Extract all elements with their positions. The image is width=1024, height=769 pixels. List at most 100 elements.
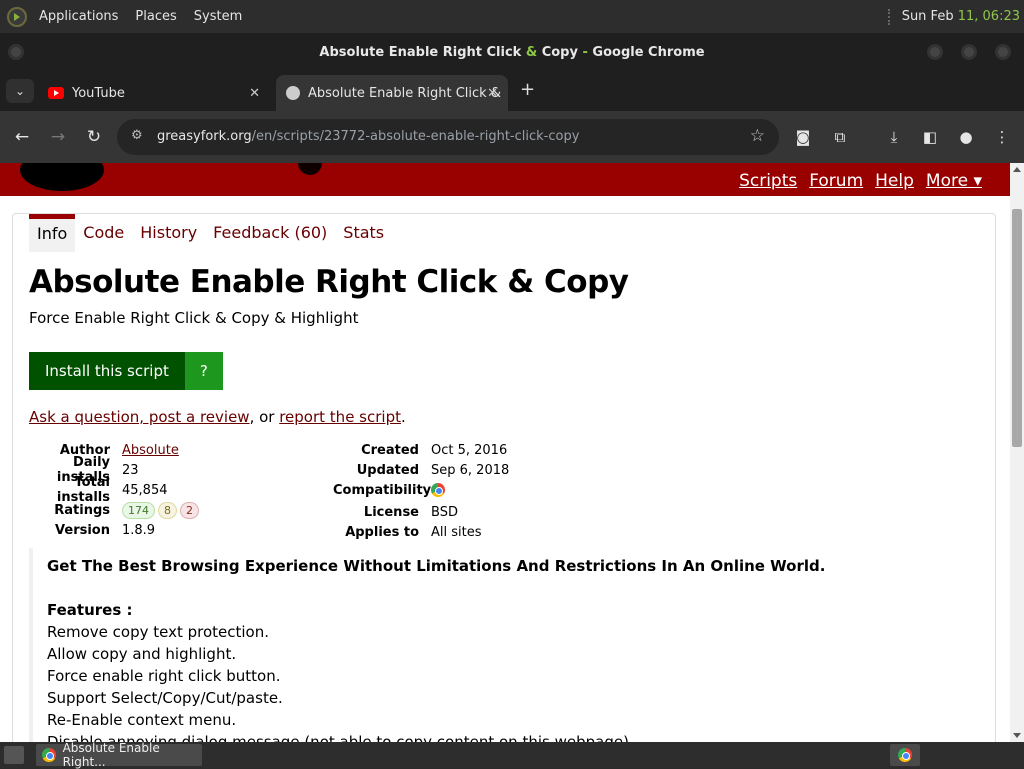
- meta-label: Applies to: [345, 524, 419, 540]
- greasyfork-logo[interactable]: [20, 163, 104, 191]
- additional-info: Get The Best Browsing Experience Without…: [29, 548, 989, 742]
- nav-scripts[interactable]: Scripts: [739, 171, 797, 191]
- script-meta-right: Created Oct 5, 2016 Updated Sep 6, 2018 Co…: [333, 440, 509, 542]
- install-help-button[interactable]: ?: [184, 352, 223, 390]
- meta-ratings-row: Ratings 174 8 2: [29, 500, 202, 520]
- menu-system[interactable]: System: [189, 9, 247, 24]
- download-icon[interactable]: ⤓: [883, 126, 905, 148]
- meta-label: Updated: [356, 462, 419, 478]
- additional-lead: Get The Best Browsing Experience Without…: [47, 557, 826, 575]
- tray-chrome[interactable]: [890, 744, 920, 766]
- greasyfork-favicon-icon: [286, 86, 300, 100]
- meta-applies-row: Applies to All sites: [333, 522, 509, 542]
- show-desktop-icon[interactable]: [4, 746, 24, 764]
- applies-value: All sites: [431, 524, 482, 540]
- title-app: Google Chrome: [592, 44, 705, 60]
- meta-label: Created: [361, 442, 419, 458]
- rating-bad-badge[interactable]: 2: [180, 501, 199, 519]
- new-tab-plus-icon[interactable]: +: [520, 79, 535, 100]
- window-menu-icon[interactable]: [8, 44, 24, 60]
- site-header: Scripts Forum Help More ▾: [0, 163, 1010, 196]
- title-dash: -: [577, 44, 593, 60]
- meta-created-row: Created Oct 5, 2016: [333, 440, 509, 460]
- mint-menu-icon[interactable]: [7, 6, 27, 27]
- period-text: .: [400, 408, 406, 426]
- tab-close-icon[interactable]: ✕: [249, 86, 260, 101]
- site-nav: Scripts Forum Help More ▾: [739, 171, 982, 191]
- menu-applications[interactable]: Applications: [34, 9, 123, 24]
- title-part: Absolute Enable Right Click: [319, 44, 526, 60]
- tab-close-icon[interactable]: ✕: [487, 86, 498, 101]
- close-window-icon[interactable]: [995, 44, 1011, 60]
- scrollbar-thumb[interactable]: [1012, 209, 1022, 447]
- author-link[interactable]: Absolute: [122, 443, 179, 458]
- side-panel-icon[interactable]: ◧: [919, 126, 941, 148]
- meta-license-row: License BSD: [333, 502, 509, 522]
- tab-greasyfork[interactable]: Absolute Enable Right Click & ✕: [276, 75, 508, 111]
- nav-more[interactable]: More ▾: [926, 171, 982, 191]
- tab-search-chevron-down-icon[interactable]: ⌄: [6, 79, 34, 103]
- feature-item: Remove copy text protection.: [47, 623, 269, 641]
- task-label: Absolute Enable Right...: [62, 741, 160, 769]
- feature-item: Re-Enable context menu.: [47, 711, 237, 729]
- rating-good-badge[interactable]: 174: [122, 501, 155, 519]
- install-script-button[interactable]: Install this script: [29, 352, 185, 390]
- url-host: greasyfork.org: [157, 129, 252, 144]
- scroll-up-arrow-icon[interactable]: [1013, 167, 1021, 172]
- feature-item: Support Select/Copy/Cut/paste.: [47, 689, 283, 707]
- meta-label: Version: [55, 522, 110, 538]
- script-meta-left: Author Absolute Daily installs 23 Total in…: [29, 440, 202, 540]
- desktop-top-panel: Applications Places System Sun Feb 11, 0…: [0, 0, 1024, 33]
- taskbar-chrome-window[interactable]: Absolute Enable Right...: [36, 741, 202, 769]
- extensions-puzzle-icon[interactable]: ⧉: [829, 126, 851, 148]
- scroll-down-arrow-icon[interactable]: [1013, 733, 1021, 738]
- nav-forum[interactable]: Forum: [809, 171, 863, 191]
- reload-icon[interactable]: ↻: [82, 125, 106, 149]
- kebab-menu-icon[interactable]: ⋮: [991, 126, 1013, 148]
- title-amp: &: [525, 44, 538, 60]
- meta-label: Ratings: [54, 502, 110, 518]
- minimize-icon[interactable]: [927, 44, 943, 60]
- tab-info[interactable]: Info: [29, 214, 76, 252]
- site-info-tune-icon[interactable]: ⚙: [131, 128, 147, 144]
- page-scrollbar[interactable]: [1010, 163, 1024, 742]
- tab-history[interactable]: History: [132, 214, 205, 252]
- rating-ok-badge[interactable]: 8: [158, 501, 177, 519]
- maximize-icon[interactable]: [961, 44, 977, 60]
- script-info-card: Info Code History Feedback (60) Stats Ab…: [12, 213, 996, 742]
- total-installs-value: 45,854: [122, 482, 168, 498]
- created-value: Oct 5, 2016: [431, 442, 508, 458]
- tab-feedback[interactable]: Feedback (60): [205, 214, 335, 252]
- clock[interactable]: Sun Feb 11, 06:23: [902, 9, 1020, 24]
- meta-total-row: Total installs 45,854: [29, 475, 202, 505]
- forward-arrow-icon[interactable]: →: [46, 125, 70, 149]
- tab-code[interactable]: Code: [75, 214, 132, 252]
- url-text[interactable]: greasyfork.org/en/scripts/23772-absolute…: [157, 129, 579, 144]
- ask-question-link[interactable]: Ask a question, post a review: [29, 408, 250, 426]
- url-path: /en/scripts/23772-absolute-enable-right-…: [251, 129, 580, 144]
- chrome-icon: [42, 748, 56, 762]
- back-arrow-icon[interactable]: ←: [10, 125, 34, 149]
- panel-grip: [887, 8, 890, 25]
- tab-youtube[interactable]: YouTube ✕: [38, 75, 270, 111]
- report-script-link[interactable]: report the script: [279, 408, 401, 426]
- youtube-favicon-icon: [48, 87, 64, 99]
- bookmark-star-icon[interactable]: ☆: [750, 126, 765, 146]
- title-part: Copy: [537, 44, 578, 60]
- chrome-icon: [898, 748, 912, 762]
- script-tabs: Info Code History Feedback (60) Stats: [29, 214, 392, 252]
- chrome-icon: [431, 483, 445, 497]
- updated-value: Sep 6, 2018: [431, 462, 510, 478]
- tab-title: Absolute Enable Right Click &: [308, 85, 501, 101]
- incognito-glasses-icon[interactable]: ◙: [792, 126, 814, 148]
- script-description: Force Enable Right Click & Copy & Highli…: [29, 309, 359, 327]
- clock-date: Sun Feb: [901, 9, 954, 24]
- meta-label: License: [363, 504, 419, 520]
- menu-places[interactable]: Places: [130, 9, 181, 24]
- address-bar[interactable]: ⚙ greasyfork.org/en/scripts/23772-absolu…: [117, 119, 779, 155]
- tab-stats[interactable]: Stats: [335, 214, 392, 252]
- nav-help[interactable]: Help: [875, 171, 914, 191]
- clock-time: 11, 06:23: [957, 9, 1020, 24]
- tab-bar: ⌄ YouTube ✕ Absolute Enable Right Click …: [0, 71, 1024, 111]
- profile-avatar-icon[interactable]: ●: [955, 126, 977, 148]
